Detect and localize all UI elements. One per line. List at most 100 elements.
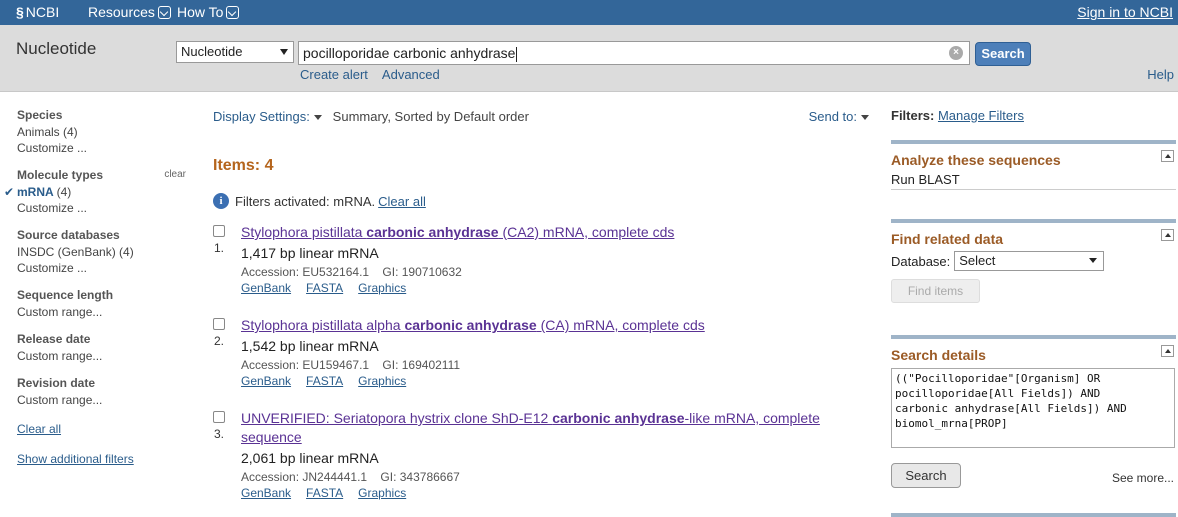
resources-menu-label: Resources (88, 4, 155, 20)
result-title-link[interactable]: Stylophora pistillata carbonic anhydrase… (241, 223, 853, 242)
molecule-heading-label: Molecule types (17, 168, 104, 182)
result-title-link[interactable]: Stylophora pistillata alpha carbonic anh… (241, 316, 853, 335)
title-part: Stylophora pistillata (241, 224, 367, 240)
result-links: GenBank FASTA Graphics (241, 281, 853, 295)
run-blast-link[interactable]: Run BLAST (891, 172, 1176, 187)
graphics-link[interactable]: Graphics (358, 374, 406, 388)
seqlen-custom-range[interactable]: Custom range... (17, 304, 192, 320)
release-filter: Release date Custom range... (17, 332, 192, 364)
graphics-link[interactable]: Graphics (358, 486, 406, 500)
howto-menu[interactable]: How To (177, 4, 240, 20)
filters-activated-text: Filters activated: mRNA. (235, 193, 376, 209)
result-description: 1,417 bp linear mRNA (241, 245, 379, 261)
send-to-menu[interactable]: Send to: (809, 109, 869, 124)
result-description: 2,061 bp linear mRNA (241, 450, 379, 466)
details-search-button[interactable]: Search (891, 463, 961, 488)
seqlen-heading: Sequence length (17, 288, 114, 302)
result-links: GenBank FASTA Graphics (241, 374, 853, 388)
filter-insdc[interactable]: INSDC (GenBank) (4) (17, 244, 192, 260)
display-settings-menu[interactable]: Display Settings: (213, 109, 322, 124)
result-checkbox[interactable] (213, 318, 225, 330)
display-settings-label: Display Settings: (213, 109, 310, 124)
dropdown-arrow-icon (280, 49, 288, 55)
dropdown-arrow-icon (1089, 258, 1098, 263)
clear-search-icon[interactable]: × (949, 46, 963, 60)
database-label: Database: (891, 253, 951, 269)
genbank-link[interactable]: GenBank (241, 374, 291, 388)
search-details-heading: Search details (891, 347, 986, 363)
collapse-toggle-icon[interactable] (1161, 150, 1174, 162)
molecule-clear-link[interactable]: clear (164, 169, 186, 180)
filter-mrna-count: (4) (56, 185, 72, 199)
result-accession: Accession: EU159467.1 GI: 169402111 (241, 358, 461, 372)
find-items-button[interactable]: Find items (891, 279, 980, 303)
search-details-textarea[interactable]: (("Pocilloporidae"[Organism] OR pocillop… (891, 368, 1175, 448)
left-filter-panel: Species Animals (4) Customize ... Molecu… (4, 108, 192, 466)
result-number: 2. (214, 334, 225, 348)
filters-label-text: Filters: (891, 108, 935, 123)
title-part: UNVERIFIED: Seriatopora hystrix clone Sh… (241, 410, 553, 426)
filters-activated-note: i Filters activated: mRNA. Clear all (213, 193, 426, 209)
release-custom-range[interactable]: Custom range... (17, 348, 192, 364)
source-filter: Source databases INSDC (GenBank) (4) Cus… (17, 228, 192, 276)
collapse-toggle-icon[interactable] (1161, 345, 1174, 357)
clear-all-link[interactable]: Clear all (378, 194, 426, 209)
portlet-divider (891, 513, 1176, 517)
create-alert-link[interactable]: Create alert (300, 67, 368, 82)
title-highlight: carbonic anhydrase (404, 317, 537, 333)
database-select[interactable]: Nucleotide (176, 41, 294, 63)
manage-filters-link[interactable]: Manage Filters (938, 108, 1024, 123)
result-title-link[interactable]: UNVERIFIED: Seriatopora hystrix clone Sh… (241, 409, 843, 447)
filter-mrna[interactable]: ✔ mRNA (4) (4, 184, 192, 200)
fasta-link[interactable]: FASTA (306, 281, 343, 295)
title-part: Stylophora pistillata alpha (241, 317, 405, 333)
advanced-search-link[interactable]: Advanced (382, 67, 440, 82)
fasta-link[interactable]: FASTA (306, 486, 343, 500)
search-button[interactable]: Search (975, 42, 1031, 66)
help-link[interactable]: Help (1147, 67, 1174, 82)
right-panel: Filters: Manage Filters (891, 108, 1176, 123)
release-heading: Release date (17, 332, 91, 346)
filters-label: Filters: Manage Filters (891, 108, 1176, 123)
ncbi-logo[interactable]: § NCBI (16, 4, 59, 20)
result-description: 1,542 bp linear mRNA (241, 338, 379, 354)
related-heading: Find related data (891, 231, 1004, 247)
ncbi-topbar: § NCBI Resources How To Sign in to NCBI (0, 0, 1178, 25)
filter-animals[interactable]: Animals (4) (17, 124, 192, 140)
fasta-link[interactable]: FASTA (306, 374, 343, 388)
molecule-heading: Molecule types clear (17, 168, 192, 182)
revision-filter: Revision date Custom range... (17, 376, 192, 408)
search-details-portlet: Search details (("Pocilloporidae"[Organi… (891, 335, 1176, 495)
collapse-toggle-icon[interactable] (1161, 229, 1174, 241)
revision-custom-range[interactable]: Custom range... (17, 392, 192, 408)
chevron-down-icon (861, 115, 869, 121)
graphics-link[interactable]: Graphics (358, 281, 406, 295)
result-checkbox[interactable] (213, 225, 225, 237)
chevron-down-icon (226, 5, 240, 19)
result-checkbox[interactable] (213, 411, 225, 423)
display-summary: Summary, Sorted by Default order (332, 109, 529, 124)
source-customize[interactable]: Customize ... (17, 260, 192, 276)
search-input[interactable]: pocilloporidae carbonic anhydrase × (298, 41, 970, 65)
species-heading: Species (17, 108, 63, 122)
seqlen-filter: Sequence length Custom range... (17, 288, 192, 320)
show-additional-filters-link[interactable]: Show additional filters (17, 452, 192, 466)
result-accession: Accession: EU532164.1 GI: 190710632 (241, 265, 462, 279)
chevron-down-icon (157, 5, 171, 19)
resources-menu[interactable]: Resources (88, 4, 171, 20)
title-highlight: carbonic anhydrase (552, 410, 685, 426)
molecule-filter: Molecule types clear ✔ mRNA (4) Customiz… (4, 168, 192, 216)
title-part: (CA) mRNA, complete cds (536, 317, 705, 333)
species-customize[interactable]: Customize ... (17, 140, 192, 156)
search-input-value: pocilloporidae carbonic anhydrase (303, 45, 516, 61)
see-more-link[interactable]: See more... (1112, 471, 1174, 485)
genbank-link[interactable]: GenBank (241, 486, 291, 500)
genbank-link[interactable]: GenBank (241, 281, 291, 295)
database-select-value: Nucleotide (181, 44, 243, 59)
search-sublinks: Create alert Advanced (300, 67, 440, 82)
clear-all-filters-link[interactable]: Clear all (17, 422, 192, 436)
molecule-customize[interactable]: Customize ... (17, 200, 192, 216)
ncbi-helix-icon: § (16, 4, 24, 20)
sign-in-link[interactable]: Sign in to NCBI (1077, 4, 1173, 20)
related-database-select[interactable]: Select (954, 251, 1105, 271)
